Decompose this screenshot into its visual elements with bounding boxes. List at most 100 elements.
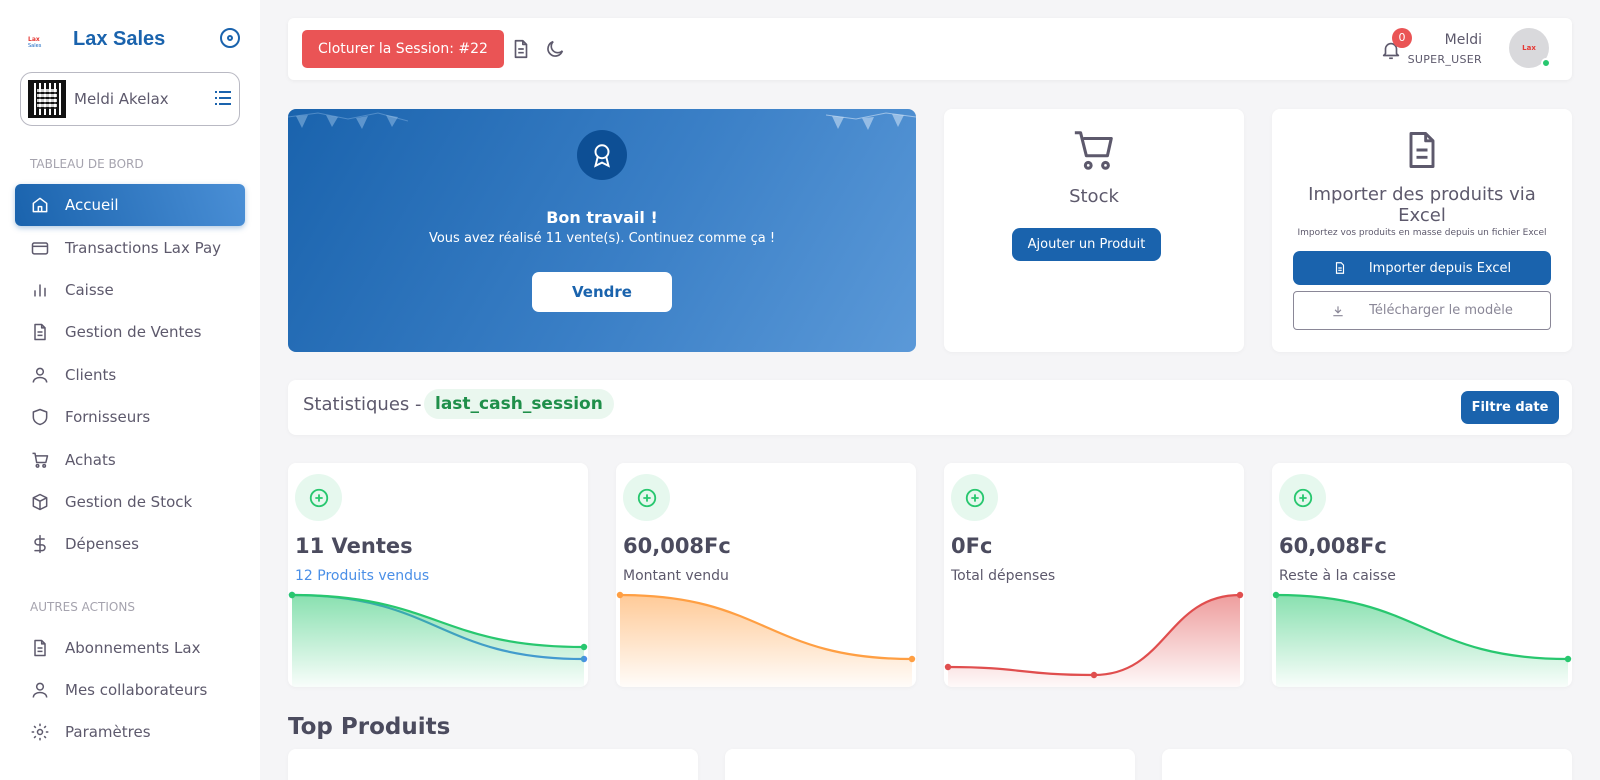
sidebar-item-label: Accueil: [65, 196, 119, 214]
close-session-button[interactable]: Cloturer la Session: #22: [302, 30, 504, 68]
plus-circle-icon: [1279, 474, 1326, 521]
user-card[interactable]: Meldi Akelax: [20, 72, 240, 126]
welcome-title: Bon travail !: [546, 208, 658, 227]
top-product-card: [288, 749, 698, 780]
sidebar-item-label: Dépenses: [65, 535, 139, 553]
sidebar-item-abonnements[interactable]: Abonnements Lax: [15, 627, 245, 669]
metric-label: Total dépenses: [951, 568, 1056, 584]
sidebar-item-label: Transactions Lax Pay: [65, 239, 222, 257]
metric-value: 60,008Fc: [623, 534, 731, 558]
file-text-icon: [34, 639, 46, 657]
cash-sparkline: [1272, 591, 1572, 687]
gear-icon: [31, 723, 49, 741]
sidebar-toggle-icon[interactable]: [220, 28, 240, 48]
topbar-user-role: SUPER_USER: [1407, 53, 1482, 66]
online-status-dot: [1541, 58, 1551, 68]
sidebar-item-label: Mes collaborateurs: [65, 681, 208, 699]
sidebar-item-transactions[interactable]: Transactions Lax Pay: [15, 227, 245, 269]
sparkline-point: [616, 591, 624, 599]
sparkline-point: [288, 591, 296, 599]
sidebar-item-depenses[interactable]: Dépenses: [15, 523, 245, 565]
sidebar-item-caisse[interactable]: Caisse: [15, 269, 245, 311]
topbar: Cloturer la Session: #22 0 Meldi SUPER_U…: [288, 18, 1572, 80]
stats-session-badge: last_cash_session: [424, 389, 614, 419]
sidebar-item-ventes[interactable]: Gestion de Ventes: [15, 311, 245, 353]
sparkline-point: [908, 655, 916, 663]
file-text-icon[interactable]: [510, 38, 532, 60]
sparkline-point: [1236, 591, 1244, 599]
plus-circle-icon: [951, 474, 998, 521]
sidebar-item-label: Achats: [65, 451, 116, 469]
top-product-card: [1162, 749, 1572, 780]
sidebar: Lax Sales Lax Sales Meldi Akelax TABLEAU…: [0, 0, 260, 780]
import-excel-button[interactable]: Importer depuis Excel: [1293, 251, 1551, 285]
stock-title: Stock: [1069, 186, 1119, 207]
sidebar-item-clients[interactable]: Clients: [15, 354, 245, 396]
sidebar-item-label: Gestion de Ventes: [65, 323, 202, 341]
welcome-text: Vous avez réalisé 11 vente(s). Continuez…: [428, 231, 776, 246]
sidebar-item-parametres[interactable]: Paramètres: [15, 711, 245, 753]
box-icon: [32, 493, 48, 511]
sell-button[interactable]: Vendre: [532, 272, 672, 312]
sparkline-area: [1276, 595, 1568, 687]
sparkline-point: [944, 663, 952, 671]
brand-title: Lax Sales: [73, 28, 166, 50]
sparkline-point: [1090, 671, 1098, 679]
user-icon: [32, 682, 48, 698]
expenses-sparkline: [944, 591, 1244, 687]
download-icon: [1333, 305, 1343, 316]
stock-card: Stock Ajouter un Produit: [944, 109, 1244, 352]
metric-value: 0Fc: [951, 534, 993, 558]
sidebar-item-accueil[interactable]: Accueil: [15, 184, 245, 226]
top-product-card: [725, 749, 1135, 780]
metric-value: 60,008Fc: [1279, 534, 1387, 558]
sidebar-item-stock[interactable]: Gestion de Stock: [15, 481, 245, 523]
file-text-icon: [1409, 132, 1435, 168]
sparkline-area: [292, 595, 584, 687]
user-icon: [32, 367, 48, 383]
shield-icon: [32, 408, 48, 426]
brand[interactable]: Lax Sales Lax Sales: [28, 28, 165, 54]
file-text-icon: [1335, 262, 1344, 274]
award-icon: [577, 130, 627, 180]
list-icon[interactable]: [215, 91, 231, 105]
import-excel-label: Importer depuis Excel: [1368, 260, 1512, 276]
sidebar-item-label: Gestion de Stock: [65, 493, 193, 511]
topbar-user-name: Meldi: [1444, 32, 1482, 48]
sparkline-point: [1564, 655, 1572, 663]
stats-title: Statistiques -: [303, 394, 422, 415]
date-filter-button[interactable]: Filtre date: [1461, 391, 1559, 424]
sidebar-item-collaborateurs[interactable]: Mes collaborateurs: [15, 669, 245, 711]
file-text-icon: [34, 323, 46, 341]
welcome-card: Bon travail ! Vous avez réalisé 11 vente…: [288, 109, 916, 352]
sidebar-item-label: Abonnements Lax: [65, 639, 201, 657]
bunting-decoration: [288, 112, 408, 129]
import-card: Importer des produits via Excel Importez…: [1272, 109, 1572, 352]
section-label-dashboard: TABLEAU DE BORD: [30, 157, 144, 171]
sidebar-item-label: Fornisseurs: [65, 408, 151, 426]
avatar-logo: Lax: [1522, 44, 1536, 52]
add-product-button[interactable]: Ajouter un Produit: [1012, 228, 1161, 261]
download-template-label: Télécharger le modèle: [1369, 303, 1513, 318]
download-template-button[interactable]: Télécharger le modèle: [1293, 291, 1551, 330]
brand-logo: Lax Sales: [28, 35, 52, 49]
sidebar-item-fournisseurs[interactable]: Fornisseurs: [15, 396, 245, 438]
moon-icon[interactable]: [544, 38, 566, 60]
sparkline-point: [580, 643, 588, 651]
cart-icon: [32, 452, 49, 468]
sidebar-item-label: Clients: [65, 366, 117, 384]
qr-code-icon: [28, 80, 66, 118]
sidebar-item-achats[interactable]: Achats: [15, 439, 245, 481]
sidebar-item-label: Caisse: [65, 281, 114, 299]
top-products-title: Top Produits: [288, 714, 451, 740]
metric-card-expenses: 0Fc Total dépenses: [944, 463, 1244, 687]
sidebar-item-label: Paramètres: [65, 723, 151, 741]
home-icon: [32, 197, 48, 213]
stats-bar: Statistiques - last_cash_session Filtre …: [288, 380, 1572, 435]
cart-icon: [1074, 131, 1113, 170]
metric-label: Montant vendu: [623, 568, 729, 584]
import-title: Importer des produits via Excel: [1308, 184, 1536, 226]
metric-card-amount: 60,008Fc Montant vendu: [616, 463, 916, 687]
import-subtitle: Importez vos produits en masse depuis un…: [1297, 228, 1547, 238]
bar-chart-icon: [34, 284, 46, 297]
